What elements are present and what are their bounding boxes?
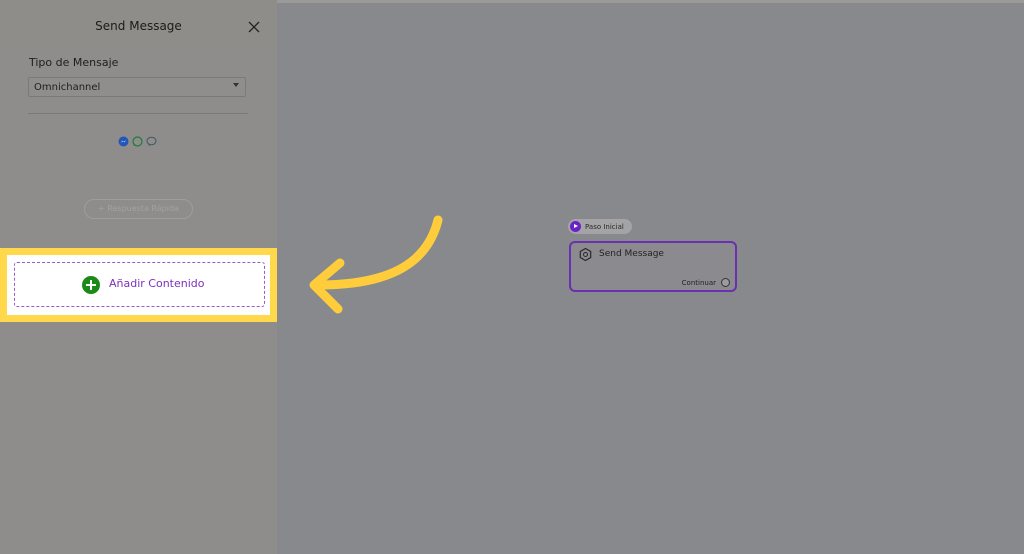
message-type-label: Tipo de Mensaje: [29, 56, 119, 69]
messenger-icon: [118, 136, 129, 147]
output-port[interactable]: [721, 278, 730, 287]
node-title: Send Message: [599, 249, 664, 259]
add-content-label: Añadir Contenido: [109, 277, 205, 290]
add-content-button[interactable]: Añadir Contenido: [14, 262, 265, 307]
send-message-node[interactable]: Send Message Continuar: [569, 241, 737, 292]
panel-title: Send Message: [95, 19, 182, 33]
whatsapp-icon: [132, 136, 143, 147]
start-step-badge: Paso Inicial: [568, 219, 632, 234]
message-type-value: Omnichannel: [34, 82, 101, 93]
divider: [28, 113, 248, 114]
highlight-frame: Añadir Contenido: [0, 248, 277, 322]
node-output-label: Continuar: [681, 279, 716, 287]
add-icon: [82, 276, 100, 294]
annotation-arrow-icon: [309, 215, 443, 314]
channel-icons: [118, 136, 162, 148]
message-type-select[interactable]: Omnichannel: [28, 77, 246, 97]
send-message-panel: Send Message Tipo de Mensaje Omnichannel: [0, 0, 277, 554]
close-button[interactable]: [245, 18, 263, 36]
gear-icon: [579, 248, 592, 261]
close-icon: [248, 21, 260, 33]
start-step-label: Paso Inicial: [585, 222, 624, 231]
panel-header: Send Message: [0, 3, 277, 45]
play-icon: [570, 221, 581, 232]
quick-reply-button[interactable]: + Respuesta Rápida: [84, 199, 193, 219]
app-root: Send Message Tipo de Mensaje Omnichannel: [0, 0, 1024, 554]
chat-icon: [146, 136, 157, 147]
chevron-down-icon: [233, 83, 239, 87]
